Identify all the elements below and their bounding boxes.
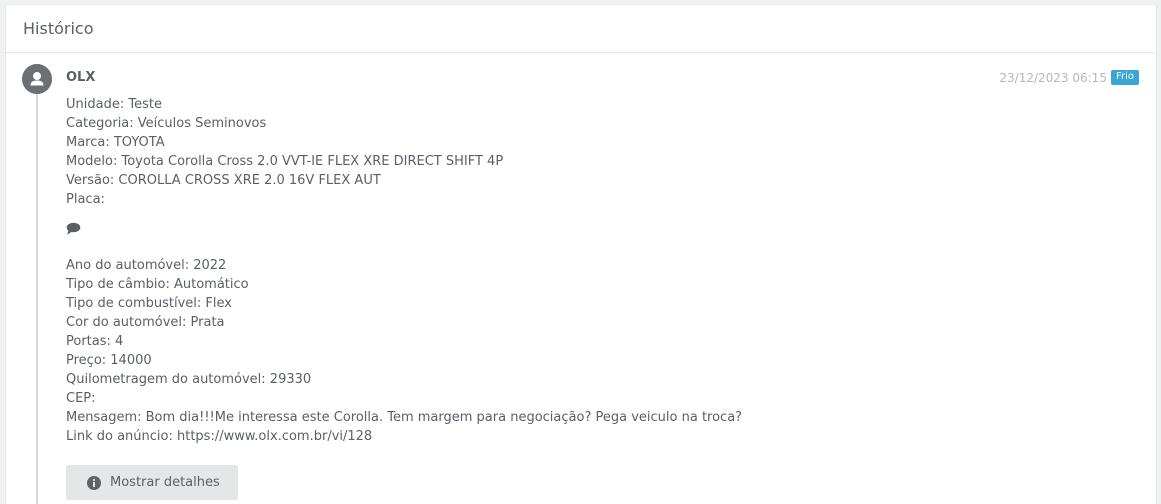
detail-line-marca: Marca: TOYOTA — [66, 135, 165, 150]
detail-line-combustivel: Tipo de combustível: Flex — [66, 296, 232, 311]
show-details-label: Mostrar detalhes — [110, 475, 220, 490]
detail-line-portas: Portas: 4 — [66, 334, 124, 349]
status-badge: Frio — [1110, 70, 1139, 85]
detail-line-preco: Preço: 14000 — [66, 353, 152, 368]
show-details-button[interactable]: Mostrar detalhes — [66, 465, 238, 500]
detail-line-ano: Ano do automóvel: 2022 — [66, 258, 227, 273]
entry-body: Unidade: Teste Categoria: Veículos Semin… — [66, 95, 1066, 446]
entry-meta: 23/12/2023 06:15 Frio — [999, 70, 1139, 85]
entry-date: 23/12/2023 06:15 — [999, 70, 1107, 85]
history-panel: Histórico OLX 23/12/2023 06:15 Frio Unid… — [5, 4, 1157, 504]
detail-line-quilometragem: Quilometragem do automóvel: 29330 — [66, 372, 312, 387]
detail-line-cambio: Tipo de câmbio: Automático — [66, 277, 249, 292]
detail-line-cor: Cor do automóvel: Prata — [66, 315, 225, 330]
user-icon — [22, 64, 52, 94]
info-icon — [87, 475, 101, 490]
panel-title: Histórico — [23, 19, 94, 38]
detail-line-link: Link do anúncio: https://www.olx.com.br/… — [66, 429, 373, 444]
detail-line-categoria: Categoria: Veículos Seminovos — [66, 116, 267, 131]
detail-line-placa: Placa: — [66, 192, 105, 207]
detail-line-cep: CEP: — [66, 391, 96, 406]
detail-line-versao: Versão: COROLLA CROSS XRE 2.0 16V FLEX A… — [66, 173, 381, 188]
entry-author: OLX — [66, 70, 96, 85]
comment-icon — [66, 222, 81, 235]
panel-header: Histórico — [6, 5, 1156, 53]
timeline-line — [36, 67, 38, 504]
comment-icon-container — [66, 222, 1066, 242]
detail-line-modelo: Modelo: Toyota Corolla Cross 2.0 VVT-IE … — [66, 154, 504, 169]
detail-line-mensagem: Mensagem: Bom dia!!!Me interessa este Co… — [66, 410, 743, 425]
detail-line-unidade: Unidade: Teste — [66, 97, 162, 112]
